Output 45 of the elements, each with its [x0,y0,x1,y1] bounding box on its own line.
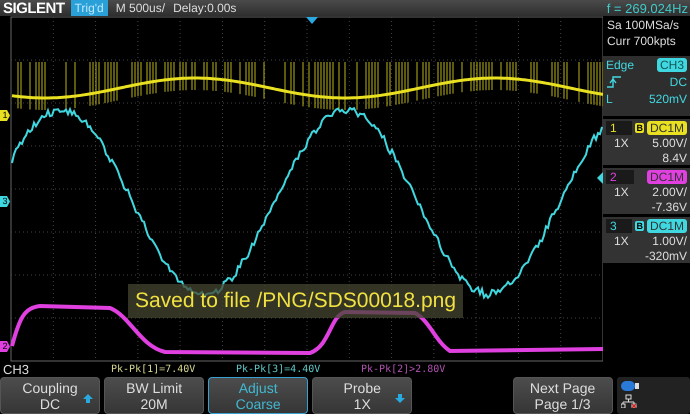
channel-number: 3 [606,219,632,233]
bandwidth-limit-icon: B [635,123,644,133]
softkey-button[interactable]: Coupling DC [0,377,100,414]
trigger-source-badge: CH3 [656,58,687,72]
softkey-button[interactable]: Probe 1X [312,377,412,414]
timebase-label: M 500us/ [116,1,166,15]
channel-marker: 2 [0,341,10,352]
channel-number: 1 [606,121,632,135]
trigger-coupling-label: DC [670,75,687,89]
measurement-readout: Pk-Pk[3]=4.40V [236,364,322,375]
channel-marker: 1 [0,110,10,121]
memory-depth-label: Curr 700kpts [607,34,677,48]
trigger-level-value: 520mV [648,92,687,106]
vertical-scale-label: 2.00V/ [652,185,687,199]
vertical-scale-label: 1.00V/ [652,234,687,248]
offset-label: 8.4V [662,151,687,165]
brand-logo: SIGLENT [3,0,65,16]
status-message: Saved to file /PNG/SDS00018.png [128,284,464,318]
toggle-icon [620,381,639,391]
channel-number: 2 [606,170,634,184]
probe-ratio-label: 1X [614,185,629,199]
measurement-readout: Pk-Pk[2]>2.80V [361,364,446,375]
offset-label: -7.36V [652,200,687,214]
softkey-button[interactable]: Adjust Coarse [208,377,308,414]
coupling-badge: DC1M [646,219,687,233]
offset-label: -320mV [644,249,687,263]
vertical-scale-label: 5.00V/ [652,136,687,150]
menu-title: CH3 [2,362,30,377]
softkey-button[interactable]: BW Limit 20M [104,377,204,414]
rising-edge-icon [606,76,622,88]
frequency-readout: f = 269.024Hz [606,0,689,16]
softkey-button[interactable]: Next Page Page 1/3 [512,377,613,414]
probe-ratio-label: 1X [614,136,629,150]
probe-ratio-label: 1X [614,234,629,248]
measurement-readout: Pk-Pk[1]=7.40V [111,364,196,375]
trigger-level-label: L [606,92,613,106]
bandwidth-limit-icon: B [635,221,644,231]
coupling-badge: DC1M [646,121,687,135]
sample-rate-label: Sa 100MSa/s [607,18,680,32]
trigger-status-badge: Trig'd [70,0,108,16]
channel-marker: 3 [0,196,10,207]
network-icon [620,394,637,408]
coupling-badge: DC1M [646,170,687,184]
delay-label: Delay:0.00s [173,1,236,15]
trigger-type-label: Edge [606,58,634,72]
